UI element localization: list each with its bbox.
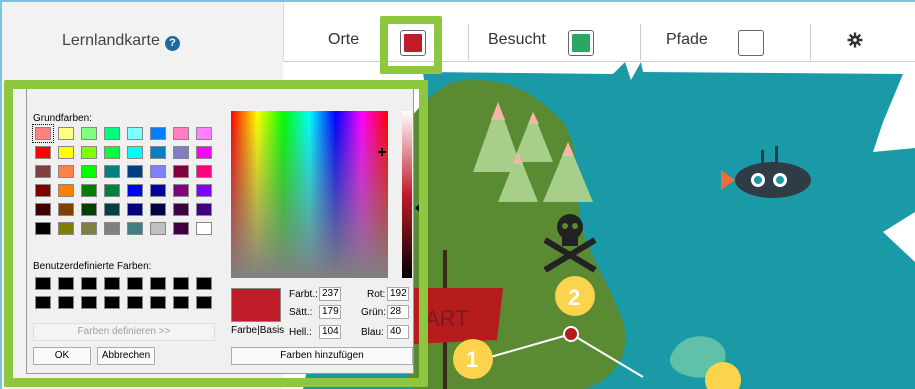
start-sign-text: ART [425,306,469,331]
page-title: Lernlandkarte [62,32,160,49]
tab-besucht-label: Besucht [488,31,546,48]
besucht-color-fill [572,34,590,52]
besucht-color-swatch[interactable] [568,30,594,56]
highlight-dialog [4,80,428,387]
tab-orte-label: Orte [328,31,360,48]
stop-label-1: 1 [466,347,478,372]
stop-label-2: 2 [568,285,580,310]
tab-pfade-label: Pfade [666,31,708,48]
divider [640,24,641,60]
pfade-color-swatch[interactable] [738,30,764,56]
highlight-swatch [380,16,442,74]
toolbar: Lernlandkarte ? Orte Besucht Pfade [2,2,915,62]
path-node[interactable] [563,326,579,342]
divider [468,24,469,60]
divider [810,24,811,60]
gear-icon[interactable] [847,32,863,48]
help-icon[interactable]: ? [165,36,180,51]
pfade-color-fill [742,34,760,52]
title-cell: Lernlandkarte ? [2,2,284,62]
